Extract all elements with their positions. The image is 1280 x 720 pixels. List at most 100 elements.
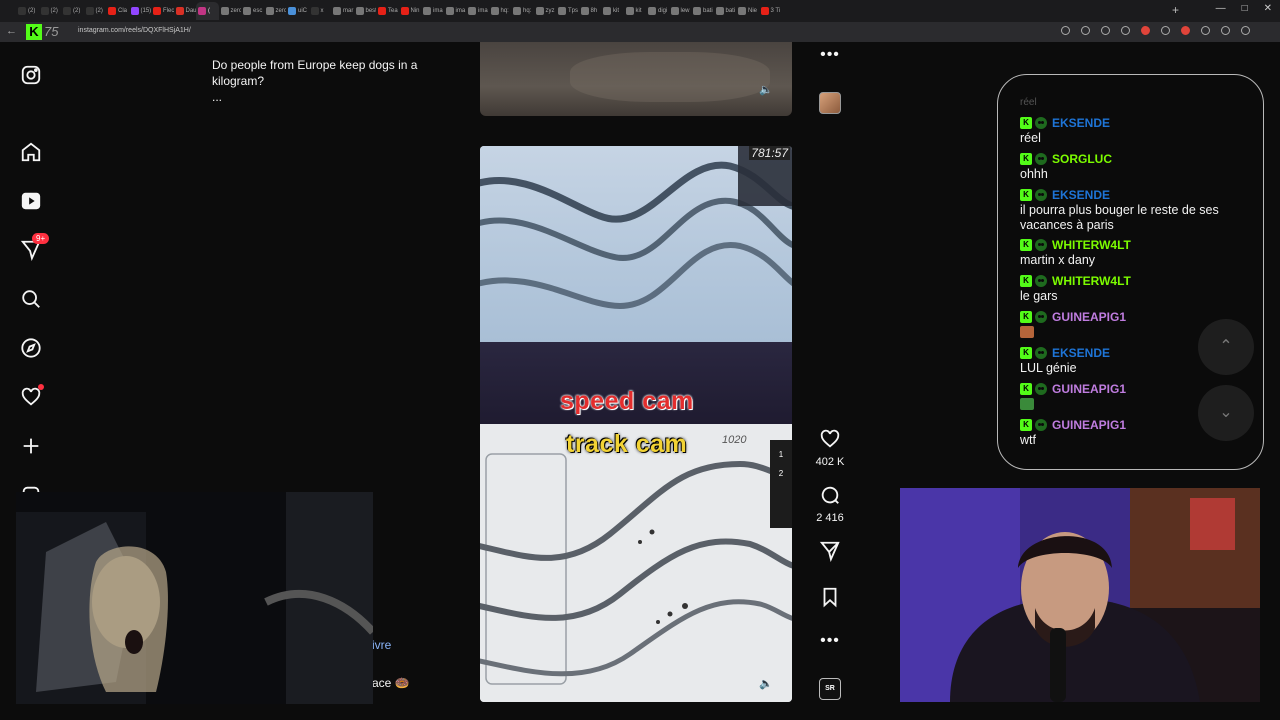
more-options-top[interactable]: •••: [812, 46, 848, 64]
browser-tab[interactable]: (2): [39, 2, 62, 20]
alien-badge-icon: [1035, 188, 1047, 201]
share-icon[interactable]: [819, 540, 841, 563]
new-tab-button[interactable]: +: [1172, 3, 1179, 17]
chat-username[interactable]: EKSENDE: [1052, 116, 1110, 130]
extension-icon[interactable]: [1201, 26, 1210, 35]
zoom-icon[interactable]: [1101, 26, 1110, 35]
chat-username[interactable]: GUINEAPIG1: [1052, 310, 1126, 324]
sidebar-toggle-icon[interactable]: [1241, 26, 1250, 35]
url-field[interactable]: instagram.com/reels/DQXFlHSjA1H/: [78, 27, 191, 34]
tab-label: (2): [95, 8, 103, 14]
browser-tab[interactable]: kit: [624, 2, 647, 20]
browser-tab[interactable]: 8h: [579, 2, 602, 20]
previous-reel-video[interactable]: 🔈: [480, 42, 792, 116]
bookmark-icon[interactable]: [819, 586, 841, 608]
browser-tab[interactable]: kit: [601, 2, 624, 20]
explore-icon[interactable]: [20, 337, 44, 361]
chat-username[interactable]: GUINEAPIG1: [1052, 382, 1126, 396]
create-plus-icon[interactable]: [20, 435, 44, 459]
chat-scroll-down-button[interactable]: ⌄: [1198, 385, 1254, 441]
browser-tab[interactable]: (: [196, 2, 219, 20]
bookmark-star-icon[interactable]: [1121, 26, 1130, 35]
browser-tab[interactable]: (2): [16, 2, 39, 20]
browser-tab[interactable]: digi: [646, 2, 669, 20]
follow-link-fragment[interactable]: ivre: [372, 638, 391, 652]
like-button[interactable]: 402 K: [812, 428, 848, 468]
browser-tab[interactable]: x: [309, 2, 332, 20]
previous-audio-thumbnail[interactable]: [819, 92, 841, 114]
browser-tab[interactable]: Nin: [399, 2, 422, 20]
caption-more-link[interactable]: ...: [212, 90, 222, 104]
more-options-bottom[interactable]: •••: [812, 632, 848, 650]
maximize-button[interactable]: □: [1242, 3, 1248, 14]
share-button[interactable]: [812, 540, 848, 567]
chat-username[interactable]: EKSENDE: [1052, 346, 1110, 360]
browser-tab[interactable]: zerc: [219, 2, 241, 20]
instagram-logo-icon[interactable]: [20, 64, 44, 88]
audio-thumbnail[interactable]: SR: [819, 678, 841, 700]
browser-tab[interactable]: 3 Ti: [759, 2, 782, 20]
extension-icon[interactable]: [1061, 26, 1070, 35]
browser-tab[interactable]: zyz: [534, 2, 557, 20]
browser-tab[interactable]: hq:: [511, 2, 534, 20]
chat-message: K WHITERW4LT martin x dany: [1020, 237, 1260, 268]
browser-tab[interactable]: Tea: [376, 2, 399, 20]
volume-icon[interactable]: 🔈: [757, 81, 775, 99]
browser-tab[interactable]: (2): [84, 2, 107, 20]
heart-icon[interactable]: [819, 428, 841, 450]
youtube-icon: [378, 7, 386, 15]
browser-tab[interactable]: ima: [421, 2, 444, 20]
chat-scroll-up-button[interactable]: ⌃: [1198, 319, 1254, 375]
tab-label: Tps: [568, 8, 579, 14]
youtube-icon: [153, 7, 161, 15]
browser-tab[interactable]: Dau: [174, 2, 196, 20]
browser-tab[interactable]: zerc: [264, 2, 286, 20]
browser-tab[interactable]: ima: [466, 2, 489, 20]
browser-tab[interactable]: ima: [444, 2, 467, 20]
messages-icon[interactable]: 9+: [20, 233, 50, 263]
back-arrow-icon[interactable]: ←: [6, 25, 17, 37]
minimize-button[interactable]: —: [1216, 3, 1226, 14]
extension-icon[interactable]: [1081, 26, 1090, 35]
browser-tab[interactable]: (15): [129, 2, 151, 20]
browser-tab[interactable]: Tps: [556, 2, 579, 20]
more-icon[interactable]: •••: [820, 632, 840, 649]
chat-username[interactable]: WHITERW4LT: [1052, 238, 1131, 252]
chat-username[interactable]: GUINEAPIG1: [1052, 418, 1126, 432]
extension-icon[interactable]: [1161, 26, 1170, 35]
browser-tab[interactable]: esc: [241, 2, 264, 20]
notifications-heart-icon[interactable]: [20, 384, 44, 410]
browser-tab[interactable]: (2): [61, 2, 84, 20]
search-icon[interactable]: [20, 288, 44, 312]
browser-tab[interactable]: mar: [331, 2, 354, 20]
browser-tab[interactable]: lew: [669, 2, 692, 20]
extension-icons: [1061, 26, 1250, 35]
browser-tab[interactable]: Flec: [151, 2, 174, 20]
comment-icon[interactable]: [819, 484, 841, 506]
close-window-button[interactable]: ✕: [1264, 3, 1272, 14]
browser-tab[interactable]: Cla: [106, 2, 129, 20]
browser-tab[interactable]: Nie: [736, 2, 759, 20]
chat-username[interactable]: WHITERW4LT: [1052, 274, 1131, 288]
current-reel-video[interactable]: 781:57 🔈 speed cam track cam 1020 1 2: [480, 146, 792, 702]
extensions-menu-icon[interactable]: [1221, 26, 1230, 35]
save-button[interactable]: [812, 586, 848, 613]
home-icon[interactable]: [20, 141, 44, 165]
tab-label: Nin: [410, 8, 420, 14]
browser-tab[interactable]: uiC: [286, 2, 309, 20]
browser-tab[interactable]: bati: [691, 2, 714, 20]
browser-tab[interactable]: bati: [714, 2, 737, 20]
reels-icon[interactable]: [20, 190, 44, 214]
chat-username[interactable]: EKSENDE: [1052, 188, 1110, 202]
browser-tab[interactable]: hq:: [489, 2, 512, 20]
chat-username[interactable]: SORGLUC: [1052, 152, 1112, 166]
browser-tab[interactable]: best: [354, 2, 376, 20]
chat-message: K EKSENDE il pourra plus bouger le reste d…: [1020, 187, 1260, 233]
volume-icon[interactable]: 🔈: [757, 675, 775, 693]
more-icon[interactable]: •••: [820, 46, 840, 63]
comment-button[interactable]: 2 416: [812, 484, 848, 524]
extension-icon[interactable]: [1141, 26, 1150, 35]
extension-icon[interactable]: [1181, 26, 1190, 35]
tab-label: (: [208, 8, 210, 14]
x-icon: [310, 7, 319, 15]
